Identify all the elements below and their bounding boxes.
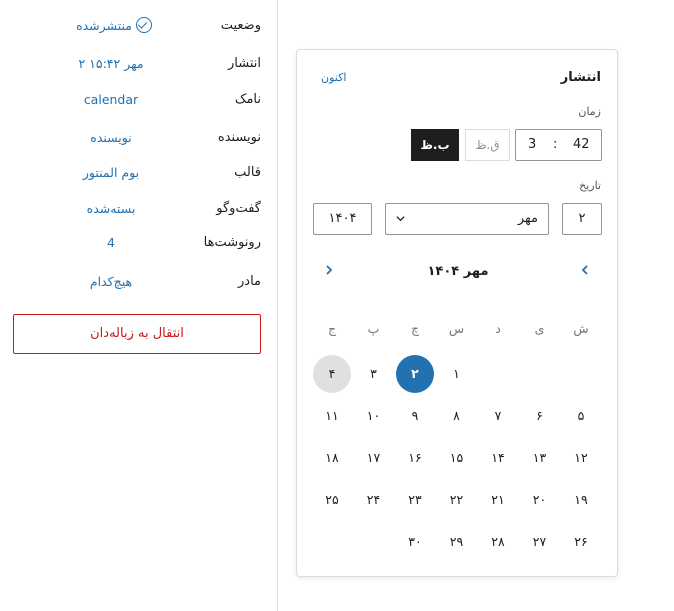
calendar-day[interactable]: ۱۳ [521,439,559,477]
slug-row: نامک calendar [0,88,277,112]
status-value: منتشرشده [76,18,132,33]
minute-input[interactable]: 42 [573,130,590,160]
time-label: زمان [578,105,601,118]
year-input[interactable]: ۱۴۰۴ [313,203,372,235]
calendar-day[interactable]: ۲۳ [396,481,434,519]
template-row: قالب بوم المنتور [0,161,277,185]
time-separator: : [553,137,558,152]
calendar-day[interactable]: ۲۷ [521,523,559,561]
calendar-day[interactable]: ۱۷ [355,439,393,477]
calendar-day[interactable]: ۷ [479,397,517,435]
weekday-header: چ [410,321,420,336]
calendar-day[interactable]: ۲۱ [479,481,517,519]
calendar-day[interactable]: ۴ [313,355,351,393]
calendar-day[interactable]: ۱۹ [562,481,600,519]
calendar-day[interactable]: ۲۶ [562,523,600,561]
revisions-row: رونوشت‌ها 4 [0,231,277,255]
panel-divider [277,0,278,611]
calendar-day[interactable]: ۱۴ [479,439,517,477]
calendar-day[interactable]: ۹ [396,397,434,435]
weekday-header: ی [534,321,545,336]
am-button[interactable]: ق.ظ [465,129,510,161]
revisions-button[interactable]: 4 [62,231,160,255]
parent-label: مادر [238,274,261,289]
move-to-trash-button[interactable]: انتقال به زباله‌دان [13,314,261,354]
slug-label: نامک [234,92,261,107]
calendar-day[interactable]: ۲۴ [355,481,393,519]
weekday-header: د [495,321,501,336]
calendar-day[interactable]: ۲۰ [521,481,559,519]
calendar-day[interactable]: ۲۸ [479,523,517,561]
month-select[interactable]: مهر [385,203,549,235]
day-input[interactable]: ۲ [562,203,602,235]
calendar-day[interactable]: ۱ [438,355,476,393]
date-label: تاریخ [579,179,601,192]
weekday-header: س [448,321,465,336]
publish-date-button[interactable]: ۲ مهر ۱۵:۴۲ [62,52,160,76]
month-select-value: مهر [517,211,538,226]
discussion-label: گفت‌وگو [216,201,261,216]
publish-row: انتشار ۲ مهر ۱۵:۴۲ [0,52,277,76]
now-button[interactable]: اکنون [321,71,346,84]
status-row: وضعیت منتشرشده [0,14,277,38]
revisions-label: رونوشت‌ها [203,235,261,250]
calendar-day[interactable]: ۱۲ [562,439,600,477]
previous-month-button[interactable] [580,263,590,281]
publish-date-popover: انتشار اکنون زمان 3 : 42 ق.ظ ب.ظ تاریخ ۱… [296,49,618,577]
author-label: نویسنده [217,130,261,145]
chevron-left-icon [581,265,588,275]
post-summary-panel: وضعیت منتشرشده انتشار ۲ مهر ۱۵:۴۲ نامک c… [0,0,277,611]
calendar-day[interactable]: ۱۶ [396,439,434,477]
author-button[interactable]: نویسنده [62,126,160,150]
calendar-day[interactable]: ۳ [355,355,393,393]
calendar-day[interactable]: ۲۹ [438,523,476,561]
template-label: قالب [234,165,261,180]
discussion-row: گفت‌وگو بسته‌شده [0,197,277,221]
parent-button[interactable]: هیچ‌کدام [62,270,160,294]
parent-row: مادر هیچ‌کدام [0,270,277,294]
template-button[interactable]: بوم المنتور [62,161,160,185]
slug-button[interactable]: calendar [62,88,160,112]
status-label: وضعیت [220,18,261,33]
calendar-day[interactable]: ۱۸ [313,439,351,477]
author-row: نویسنده نویسنده [0,126,277,150]
discussion-button[interactable]: بسته‌شده [62,197,160,221]
calendar-day[interactable]: ۱۱ [313,397,351,435]
time-input-group: 3 : 42 [515,129,602,161]
calendar-day[interactable]: ۲۵ [313,481,351,519]
pm-button[interactable]: ب.ظ [411,129,459,161]
calendar-day[interactable]: ۲۲ [438,481,476,519]
weekday-header: پ [367,321,380,336]
publish-label: انتشار [228,56,261,71]
calendar-day[interactable]: ۸ [438,397,476,435]
calendar-day[interactable]: ۱۰ [355,397,393,435]
weekday-header: ج [327,321,337,336]
status-button[interactable]: منتشرشده [66,14,162,38]
chevron-down-icon [396,216,405,222]
calendar-day-selected[interactable]: ۲ [396,355,434,393]
calendar-month-heading: مهر ۱۴۰۴ [427,264,489,279]
check-circle-icon [135,17,152,33]
calendar-day[interactable]: ۳۰ [396,523,434,561]
hour-input[interactable]: 3 [528,130,536,160]
calendar-day[interactable]: ۱۵ [438,439,476,477]
calendar-day[interactable]: ۶ [521,397,559,435]
weekday-header: ش [573,321,589,336]
popover-title: انتشار [560,70,601,85]
calendar-day[interactable]: ۵ [562,397,600,435]
